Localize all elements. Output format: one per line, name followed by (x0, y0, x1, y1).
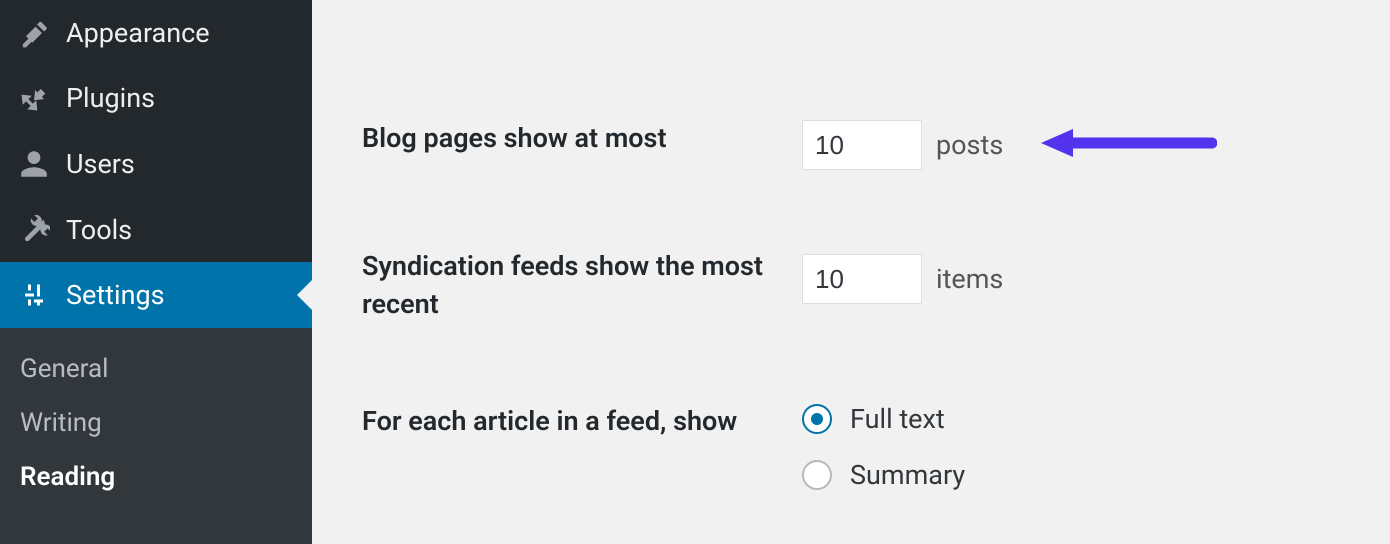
submenu-item-label: Writing (20, 408, 102, 438)
sidebar-item-settings[interactable]: Settings (0, 262, 312, 328)
syndication-unit: items (936, 263, 1003, 295)
blog-pages-unit: posts (936, 129, 1003, 161)
settings-content: Blog pages show at most posts Syndicatio… (312, 0, 1390, 544)
radio-input[interactable] (802, 404, 832, 434)
radio-label: Summary (850, 459, 965, 491)
sidebar-item-plugins[interactable]: Plugins (0, 66, 312, 132)
admin-sidebar: Appearance Plugins Users Tools Settings (0, 0, 312, 544)
plugins-icon (16, 80, 52, 116)
setting-label-feed-article: For each article in a feed, show (362, 403, 802, 441)
submenu-item-label: Reading (20, 462, 115, 492)
radio-option-full-text[interactable]: Full text (802, 403, 965, 435)
radio-option-summary[interactable]: Summary (802, 459, 965, 491)
appearance-icon (16, 15, 52, 51)
sidebar-item-appearance[interactable]: Appearance (0, 0, 312, 66)
sidebar-item-label: Users (66, 148, 135, 180)
radio-input[interactable] (802, 460, 832, 490)
feed-article-radio-group: Full text Summary (802, 403, 965, 491)
sidebar-item-label: Plugins (66, 82, 155, 114)
syndication-input[interactable] (802, 254, 922, 304)
submenu-item-general[interactable]: General (0, 342, 312, 396)
settings-icon (16, 277, 52, 313)
sidebar-item-label: Settings (66, 279, 165, 311)
tools-icon (16, 212, 52, 248)
setting-label-syndication: Syndication feeds show the most recent (362, 248, 802, 324)
sidebar-item-users[interactable]: Users (0, 131, 312, 197)
sidebar-item-label: Tools (66, 214, 132, 246)
radio-label: Full text (850, 403, 945, 435)
blog-pages-input[interactable] (802, 120, 922, 170)
submenu-item-reading[interactable]: Reading (0, 450, 312, 504)
settings-submenu: General Writing Reading (0, 328, 312, 544)
annotation-arrow (1037, 123, 1217, 163)
submenu-item-writing[interactable]: Writing (0, 396, 312, 450)
users-icon (16, 146, 52, 182)
setting-label-blog-pages: Blog pages show at most (362, 120, 802, 158)
sidebar-item-tools[interactable]: Tools (0, 197, 312, 263)
submenu-item-label: General (20, 354, 108, 384)
sidebar-item-label: Appearance (66, 17, 210, 49)
